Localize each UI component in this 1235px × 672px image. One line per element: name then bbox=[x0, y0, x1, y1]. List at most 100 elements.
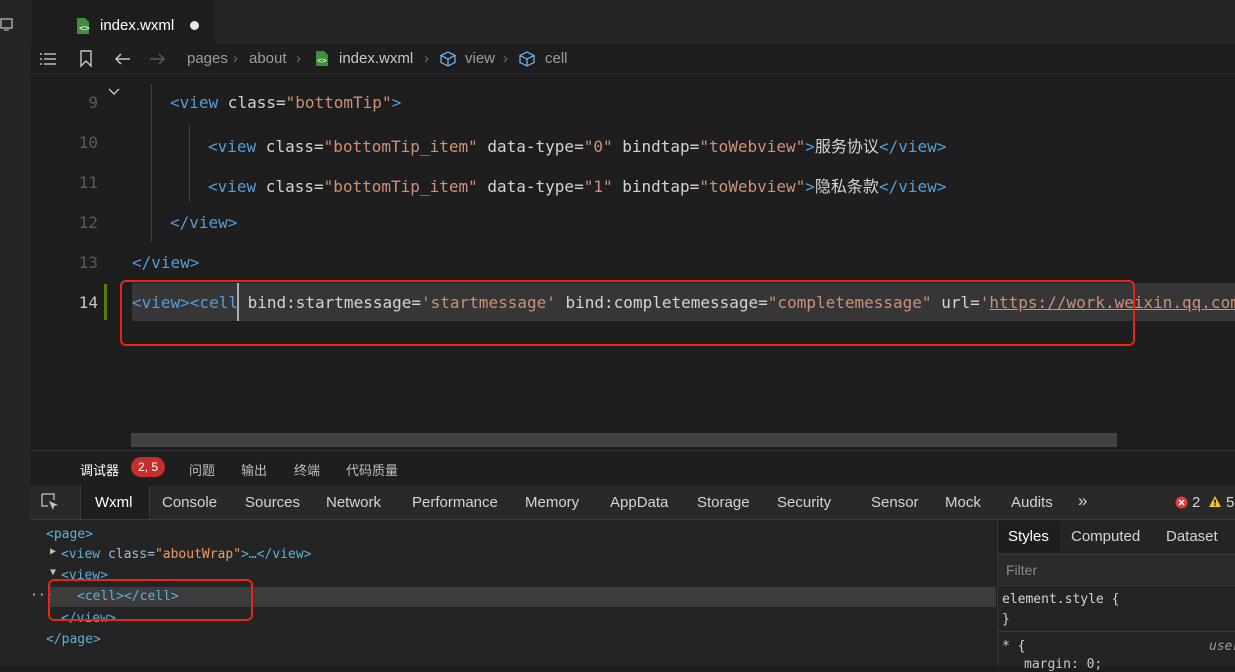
tree-token: class= bbox=[100, 547, 155, 562]
expand-arrow-icon[interactable]: ▶ bbox=[50, 546, 56, 557]
tab-styles[interactable]: Styles bbox=[1008, 528, 1049, 545]
css-property-margin[interactable]: margin: 0; bbox=[1024, 657, 1102, 672]
unsaved-dot-icon[interactable] bbox=[190, 21, 199, 30]
line-number: 9 bbox=[88, 93, 98, 112]
tree-token: >…</view> bbox=[241, 547, 312, 562]
code-token: "toWebview" bbox=[699, 137, 806, 156]
code-token: "0" bbox=[583, 137, 613, 156]
tab-console[interactable]: Console bbox=[162, 494, 217, 511]
code-token: data-type= bbox=[477, 177, 584, 196]
error-count[interactable]: 2 bbox=[1192, 494, 1200, 511]
inspect-element-icon[interactable] bbox=[41, 493, 59, 511]
line-number: 10 bbox=[78, 133, 98, 152]
line-number: 13 bbox=[78, 253, 98, 272]
breadcrumb-item-about[interactable]: about bbox=[249, 50, 287, 67]
indent-guide bbox=[189, 124, 190, 202]
code-token: > bbox=[391, 93, 402, 112]
chevron-right-icon: › bbox=[503, 50, 508, 67]
breadcrumb-item-view[interactable]: view bbox=[465, 50, 495, 67]
code-editor[interactable] bbox=[30, 74, 1235, 449]
tab-code-quality[interactable]: 代码质量 bbox=[346, 460, 398, 479]
tab-debugger[interactable]: 调试器 bbox=[80, 460, 119, 479]
tab-terminal[interactable]: 终端 bbox=[294, 460, 320, 479]
code-token: class= bbox=[256, 137, 324, 156]
code-token: "1" bbox=[583, 177, 613, 196]
chevron-right-icon: › bbox=[424, 50, 429, 67]
tab-appdata[interactable]: AppData bbox=[610, 494, 668, 511]
tree-node-page-close[interactable]: </page> bbox=[46, 632, 101, 647]
tab-output[interactable]: 输出 bbox=[241, 460, 267, 479]
code-token: > bbox=[805, 137, 815, 156]
warning-count[interactable]: 5 bbox=[1226, 494, 1234, 511]
code-token: > bbox=[805, 177, 815, 196]
tab-sources[interactable]: Sources bbox=[245, 494, 300, 511]
svg-text:<>: <> bbox=[317, 56, 327, 65]
cube-icon bbox=[440, 51, 456, 67]
tree-token: "aboutWrap" bbox=[154, 547, 242, 562]
code-line-12: </view> bbox=[170, 213, 238, 232]
tree-token: <view bbox=[61, 547, 101, 562]
modified-line-indicator bbox=[104, 284, 107, 320]
code-token: 服务协议 bbox=[814, 137, 879, 156]
tab-security[interactable]: Security bbox=[777, 494, 831, 511]
svg-text:<>: <> bbox=[79, 24, 90, 34]
tab-memory[interactable]: Memory bbox=[525, 494, 579, 511]
activity-bar bbox=[0, 0, 30, 666]
code-token: bindtap= bbox=[612, 177, 700, 196]
code-token: "bottomTip_item" bbox=[323, 137, 478, 156]
user-agent-label: user bbox=[1209, 639, 1235, 654]
code-token: <view bbox=[170, 93, 219, 112]
cube-icon bbox=[519, 51, 535, 67]
code-line-9: <view class="bottomTip"> bbox=[170, 93, 401, 112]
back-arrow-icon[interactable] bbox=[114, 51, 132, 67]
tab-filename: index.wxml bbox=[100, 17, 175, 34]
code-token: "toWebview" bbox=[699, 177, 806, 196]
tab-problems[interactable]: 问题 bbox=[189, 460, 215, 479]
error-count-badge: 2, 5 bbox=[131, 457, 165, 477]
code-token: <view bbox=[208, 177, 257, 196]
line-number: 11 bbox=[78, 173, 98, 192]
filter-placeholder: Filter bbox=[1006, 562, 1038, 578]
code-token: data-type= bbox=[477, 137, 584, 156]
code-token: 隐私条款 bbox=[814, 177, 879, 196]
code-token: </view> bbox=[878, 177, 947, 196]
breadcrumb-item-file[interactable]: index.wxml bbox=[339, 50, 413, 67]
tree-node-page[interactable]: <page> bbox=[46, 527, 93, 542]
wxml-file-icon: <> bbox=[77, 18, 90, 34]
tab-network[interactable]: Network bbox=[326, 494, 381, 511]
code-token: </view> bbox=[878, 137, 947, 156]
code-token: bindtap= bbox=[612, 137, 700, 156]
breadcrumb-item-pages[interactable]: pages bbox=[187, 50, 228, 67]
list-icon[interactable] bbox=[39, 52, 57, 66]
tab-computed[interactable]: Computed bbox=[1071, 528, 1140, 545]
line-number: 12 bbox=[78, 213, 98, 232]
bookmark-icon[interactable] bbox=[79, 50, 93, 68]
code-line-11: <view class="bottomTip_item" data-type="… bbox=[208, 173, 946, 197]
tab-storage[interactable]: Storage bbox=[697, 494, 750, 511]
rule-close-brace: } bbox=[1002, 612, 1010, 627]
tab-performance[interactable]: Performance bbox=[412, 494, 498, 511]
breadcrumb-item-cell[interactable]: cell bbox=[545, 50, 568, 67]
code-token: class= bbox=[256, 177, 324, 196]
horizontal-scrollbar[interactable] bbox=[131, 433, 1117, 447]
tab-audits[interactable]: Audits bbox=[1011, 494, 1053, 511]
code-token: "bottomTip_item" bbox=[323, 177, 478, 196]
pages-icon[interactable] bbox=[0, 18, 14, 32]
tab-dataset[interactable]: Dataset bbox=[1166, 528, 1218, 545]
tab-wxml[interactable]: Wxml bbox=[95, 494, 133, 511]
collapse-arrow-icon[interactable]: ▼ bbox=[50, 567, 56, 578]
universal-selector-rule[interactable]: * { bbox=[1002, 639, 1025, 654]
element-style-rule[interactable]: element.style { bbox=[1002, 592, 1119, 607]
code-line-10: <view class="bottomTip_item" data-type="… bbox=[208, 133, 946, 157]
forward-arrow-icon[interactable] bbox=[148, 51, 166, 67]
tab-sensor[interactable]: Sensor bbox=[871, 494, 919, 511]
warning-icon bbox=[1209, 496, 1221, 507]
tab-mock[interactable]: Mock bbox=[945, 494, 981, 511]
tree-node-view-aboutwrap[interactable]: <view class="aboutWrap">…</view> bbox=[61, 547, 311, 562]
error-icon bbox=[1175, 496, 1188, 509]
code-token: class= bbox=[218, 93, 286, 112]
more-tabs-icon[interactable]: » bbox=[1078, 491, 1087, 511]
fold-chevron-down-icon[interactable] bbox=[107, 86, 121, 98]
annotation-red-box bbox=[120, 280, 1135, 346]
indent-guide bbox=[151, 84, 152, 242]
